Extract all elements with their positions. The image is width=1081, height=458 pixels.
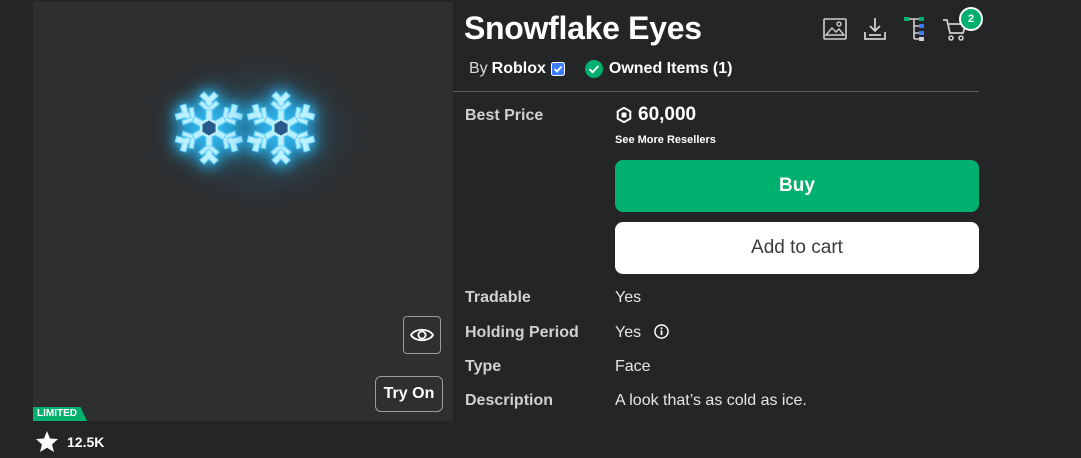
by-label: By (469, 60, 488, 77)
snowflake-icon (244, 91, 318, 165)
add-to-cart-button[interactable]: Add to cart (615, 222, 979, 274)
item-preview: Try On LIMITED (33, 2, 453, 421)
robux-icon (616, 107, 632, 123)
owned-items-label: Owned Items (1) (608, 60, 733, 77)
limited-badge: LIMITED (33, 407, 87, 421)
divider (453, 91, 979, 92)
description-label: Description (465, 392, 554, 409)
price: 60,000 (616, 104, 696, 126)
check-circle-icon (584, 60, 603, 78)
holding-period-text: Yes (615, 324, 642, 341)
verified-badge-icon (550, 62, 565, 76)
type-value: Face (615, 358, 651, 375)
hierarchy-icon (904, 17, 924, 41)
item-toolbar: 2 (822, 7, 983, 42)
creator-line: By Roblox Owned Items (1) (469, 60, 732, 78)
download-icon (864, 18, 886, 40)
creator-link[interactable]: Roblox (492, 60, 546, 78)
owned-items[interactable]: Owned Items (1) (584, 60, 733, 78)
info-icon[interactable] (653, 324, 669, 339)
best-price-label: Best Price (465, 107, 544, 124)
try-on-button[interactable]: Try On (375, 376, 443, 412)
preview-3d-button[interactable] (403, 316, 441, 354)
holding-period-value: Yes (615, 324, 669, 342)
eye-icon (410, 328, 434, 342)
download-button[interactable] (862, 16, 888, 42)
image-icon (823, 18, 847, 40)
description-value: A look that’s as cold as ice. (615, 392, 807, 409)
buy-button[interactable]: Buy (615, 160, 979, 212)
holding-period-label: Holding Period (465, 324, 579, 341)
image-button[interactable] (822, 16, 848, 42)
item-title: Snowflake Eyes (464, 10, 702, 46)
see-more-resellers-link[interactable]: See More Resellers (615, 134, 716, 146)
price-value: 60,000 (638, 104, 697, 125)
cart-count-badge: 2 (959, 7, 983, 31)
favorite-count[interactable]: 12.5K (35, 430, 104, 453)
cart-button[interactable]: 2 (942, 7, 983, 42)
favorite-count-label: 12.5K (67, 433, 105, 450)
star-icon (36, 431, 58, 452)
snowflake-icon (172, 91, 246, 165)
tradable-value: Yes (615, 289, 642, 306)
tradable-label: Tradable (465, 289, 531, 306)
type-label: Type (465, 358, 502, 375)
hierarchy-button[interactable] (902, 16, 928, 42)
